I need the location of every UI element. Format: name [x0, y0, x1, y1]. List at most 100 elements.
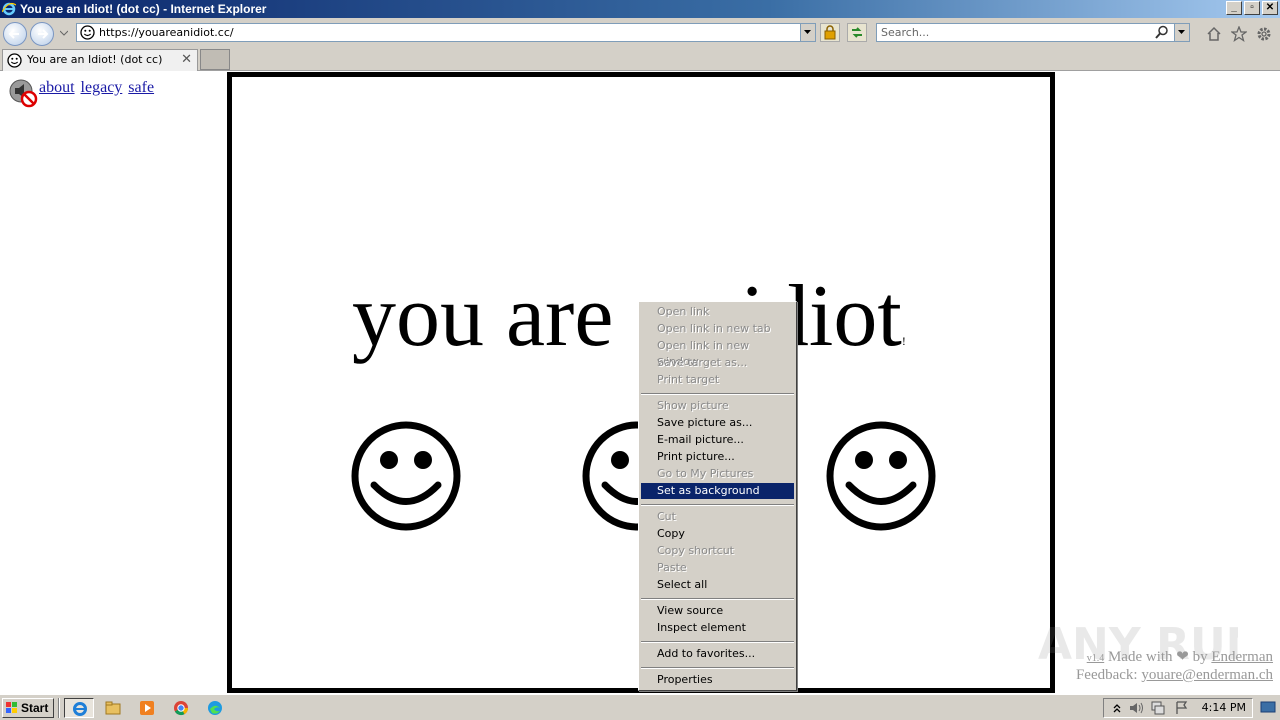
forward-arrow-icon	[38, 29, 49, 39]
restore-button[interactable]: ▫	[1244, 1, 1260, 15]
top-links: about legacy safe	[39, 79, 156, 97]
menu-item-save-target-as: Save target as...	[657, 356, 748, 369]
forward-button[interactable]	[30, 22, 54, 46]
search-box[interactable]: Search...	[876, 23, 1190, 42]
search-icon[interactable]	[1155, 25, 1169, 39]
address-url: https://youareanidiot.cc/	[99, 26, 234, 39]
menu-item-view-source[interactable]: View source	[641, 603, 794, 619]
action-center-flag-icon[interactable]	[1174, 701, 1190, 715]
by-text: by	[1192, 649, 1208, 665]
taskbar-media-player-button[interactable]	[132, 698, 162, 718]
menu-item-set-as-background[interactable]: Set as background	[641, 483, 794, 499]
taskbar: Start 4:14 PM	[0, 694, 1280, 720]
menu-item-e-mail-picture[interactable]: E-mail picture...	[641, 432, 794, 448]
smiley-favicon-icon	[80, 25, 95, 40]
menu-item-show-picture: Show picture	[657, 399, 729, 412]
smiley-face-icon	[826, 421, 936, 531]
tab-label: You are an Idiot! (dot cc)	[27, 53, 163, 66]
screen: You are an Idiot! (dot cc) - Internet Ex…	[0, 0, 1280, 720]
edge-icon	[208, 701, 222, 715]
credits-line-2: Feedback: youare@enderman.ch	[1076, 667, 1273, 684]
show-desktop-icon[interactable]	[1260, 699, 1276, 715]
title-bar[interactable]: You are an Idiot! (dot cc) - Internet Ex…	[0, 0, 1280, 18]
feedback-label: Feedback:	[1075, 667, 1138, 683]
windows-flag-icon	[6, 702, 17, 713]
chrome-icon	[174, 701, 189, 716]
legacy-link[interactable]: legacy	[81, 79, 123, 96]
context-menu: Open link Open link in new tab Open link i…	[638, 301, 797, 691]
clock[interactable]: 4:14 PM	[1202, 699, 1246, 717]
tab-youareanidiot[interactable]: You are an Idiot! (dot cc) ✕	[2, 49, 198, 71]
safe-link[interactable]: safe	[128, 79, 154, 96]
headline: you are an idiot!	[352, 267, 906, 391]
context-menu-separator	[641, 504, 794, 506]
window-title: You are an Idiot! (dot cc) - Internet Ex…	[20, 2, 267, 16]
security-lock-button[interactable]	[820, 23, 840, 42]
menu-item-print-target: Print target	[657, 373, 720, 386]
new-tab-button[interactable]	[200, 49, 230, 70]
menu-item-copy-shortcut: Copy shortcut	[657, 544, 734, 557]
menu-item-go-to-my-pictures: Go to My Pictures	[657, 467, 754, 480]
chevron-up-icon[interactable]	[1112, 701, 1122, 715]
menu-item-inspect-element[interactable]: Inspect element	[641, 620, 794, 636]
context-menu-separator	[641, 667, 794, 669]
context-menu-separator	[641, 641, 794, 643]
minimize-button[interactable]: _	[1226, 1, 1242, 15]
tab-bar: You are an Idiot! (dot cc) ✕	[0, 48, 1280, 71]
navigation-bar: https://youareanidiot.cc/ Search...	[0, 18, 1280, 48]
heart-icon: ❤	[1176, 649, 1189, 665]
history-dropdown-icon[interactable]	[60, 29, 68, 37]
close-window-button[interactable]: ✕	[1262, 1, 1278, 15]
start-label: Start	[21, 701, 49, 715]
search-placeholder: Search...	[881, 26, 930, 39]
system-tray: 4:14 PM	[1103, 698, 1253, 718]
feedback-email-link[interactable]: youare@enderman.ch	[1141, 667, 1273, 683]
ie-icon	[2, 2, 16, 16]
back-arrow-icon	[8, 29, 19, 39]
menu-item-cut: Cut	[657, 510, 676, 523]
ie-icon	[73, 702, 87, 716]
version-link[interactable]: v1.4	[1087, 653, 1105, 664]
explorer-icon	[105, 701, 121, 715]
refresh-button[interactable]	[847, 23, 867, 42]
sound-muted-icon[interactable]	[8, 78, 38, 108]
taskbar-ie-button[interactable]	[64, 698, 94, 718]
credits-line-1: v1.4 Made with ❤ by Enderman	[1076, 649, 1273, 667]
menu-item-open-link-in-new-tab: Open link in new tab	[657, 322, 771, 335]
menu-item-print-picture[interactable]: Print picture...	[641, 449, 794, 465]
menu-item-select-all[interactable]: Select all	[641, 577, 794, 593]
lock-icon	[824, 25, 836, 40]
author-link[interactable]: Enderman	[1211, 649, 1273, 665]
taskbar-edge-button[interactable]	[200, 698, 230, 718]
menu-item-open-link-in-new-window: Open link in new window	[657, 339, 750, 368]
headline-suffix: !	[901, 334, 906, 348]
smiley-favicon-icon	[7, 53, 22, 68]
menu-item-copy[interactable]: Copy	[641, 526, 794, 542]
refresh-icon	[852, 27, 862, 38]
menu-item-open-link: Open link	[657, 305, 710, 318]
back-button[interactable]	[3, 22, 27, 46]
close-tab-icon[interactable]: ✕	[181, 50, 192, 70]
home-icon[interactable]	[1206, 26, 1222, 42]
taskbar-chrome-button[interactable]	[166, 698, 196, 718]
headline-text: you are an idiot	[352, 268, 902, 365]
volume-icon[interactable]	[1128, 701, 1144, 715]
about-link[interactable]: about	[39, 79, 75, 96]
menu-item-add-to-favorites[interactable]: Add to favorites...	[641, 646, 794, 662]
context-menu-separator	[641, 598, 794, 600]
favorites-star-icon[interactable]	[1231, 26, 1247, 42]
network-icon[interactable]	[1150, 701, 1166, 715]
address-bar[interactable]: https://youareanidiot.cc/	[76, 23, 816, 42]
context-menu-separator	[641, 393, 794, 395]
address-dropdown-button[interactable]	[800, 24, 815, 41]
gear-icon[interactable]	[1256, 26, 1272, 42]
smiley-face-icon	[351, 421, 461, 531]
made-with-text: Made with	[1107, 649, 1173, 665]
menu-item-paste: Paste	[657, 561, 687, 574]
search-dropdown-button[interactable]	[1174, 24, 1189, 41]
taskbar-explorer-button[interactable]	[98, 698, 128, 718]
menu-item-properties[interactable]: Properties	[641, 672, 794, 688]
chevron-down-icon	[804, 30, 811, 34]
start-button[interactable]: Start	[2, 698, 54, 718]
menu-item-save-picture-as[interactable]: Save picture as...	[641, 415, 794, 431]
